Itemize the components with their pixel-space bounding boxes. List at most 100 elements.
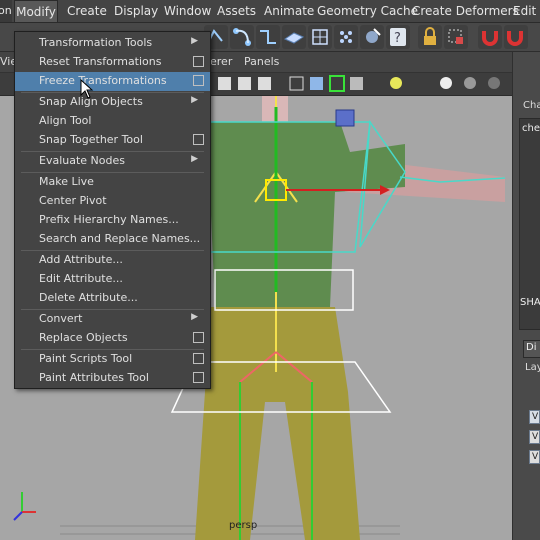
layer-visibility-label: V xyxy=(532,452,539,462)
option-box-icon[interactable] xyxy=(193,75,204,86)
bezier-curve-icon[interactable] xyxy=(230,25,254,49)
menu-item-add-attribute[interactable]: Add Attribute... xyxy=(15,251,210,270)
menu-item-replace-objects[interactable]: Replace Objects xyxy=(15,329,210,348)
select-by-icon[interactable] xyxy=(444,25,468,49)
menu-item-label: Freeze Transformations xyxy=(39,74,167,87)
submenu-arrow-icon: ▶ xyxy=(191,312,198,322)
menu-item-label: Replace Objects xyxy=(39,331,128,344)
curve-tool-icon[interactable] xyxy=(256,25,280,49)
menu-geometry-cache[interactable]: Geometry Cache xyxy=(317,0,418,22)
option-box-icon[interactable] xyxy=(193,332,204,343)
menu-item-paint-scripts-tool[interactable]: Paint Scripts Tool xyxy=(15,350,210,369)
object-name: che xyxy=(522,123,540,134)
menu-item-label: Edit Attribute... xyxy=(39,272,123,285)
menu-item-center-pivot[interactable]: Center Pivot xyxy=(15,192,210,211)
option-box-icon[interactable] xyxy=(193,56,204,67)
snap-curve-icon[interactable] xyxy=(504,25,528,49)
xray-icon[interactable] xyxy=(488,77,500,89)
lights-icon[interactable] xyxy=(390,77,402,89)
viewport-menu-panels[interactable]: Panels xyxy=(244,55,279,68)
resolution-gate-icon[interactable] xyxy=(258,77,271,90)
ambient-occlusion-icon[interactable] xyxy=(464,77,476,89)
character-pants xyxy=(195,307,360,540)
menu-item-label: Evaluate Nodes xyxy=(39,154,125,167)
help-icon[interactable]: ? xyxy=(386,25,410,49)
grid-toggle-icon[interactable] xyxy=(218,77,231,90)
magnet-icon[interactable] xyxy=(478,25,502,49)
menu-animate[interactable]: Animate xyxy=(264,0,314,22)
camera-label: persp xyxy=(229,520,258,531)
menu-item-convert[interactable]: Convert ▶ xyxy=(15,310,210,329)
option-box-icon[interactable] xyxy=(193,372,204,383)
film-gate-icon[interactable] xyxy=(238,77,251,90)
menu-item-label: Paint Scripts Tool xyxy=(39,352,133,365)
main-menubar: on Modify Create Display Window Assets A… xyxy=(0,0,540,23)
character-shirt xyxy=(205,122,405,307)
mouse-cursor-icon xyxy=(80,79,94,99)
layer-visibility-label: V xyxy=(532,412,539,422)
menu-display[interactable]: Display xyxy=(114,0,158,22)
channel-box-title: Cha xyxy=(523,100,540,111)
menu-item-label: Delete Attribute... xyxy=(39,291,138,304)
menu-item-reset-transformations[interactable]: Reset Transformations xyxy=(15,53,210,72)
cluster-icon[interactable] xyxy=(334,25,358,49)
menu-edit-deformers[interactable]: Edit D xyxy=(513,0,540,22)
menu-item-snap-align-objects[interactable]: Snap Align Objects ▶ xyxy=(15,93,210,112)
menubar-left-stub-label: on xyxy=(0,4,12,17)
layer-visibility-toggle[interactable]: V xyxy=(529,450,540,464)
menu-item-paint-attributes-tool[interactable]: Paint Attributes Tool xyxy=(15,369,210,388)
menu-item-transformation-tools[interactable]: Transformation Tools ▶ xyxy=(15,34,210,53)
layer-visibility-toggle[interactable]: V xyxy=(529,430,540,444)
head-control[interactable] xyxy=(335,109,355,127)
menu-item-label: Reset Transformations xyxy=(39,55,162,68)
menu-item-label: Prefix Hierarchy Names... xyxy=(39,213,179,226)
display-tab-label: Di xyxy=(526,342,537,353)
smooth-shade-icon[interactable] xyxy=(310,77,323,90)
option-box-icon[interactable] xyxy=(193,353,204,364)
svg-text:?: ? xyxy=(394,31,401,46)
menu-item-search-replace-names[interactable]: Search and Replace Names... xyxy=(15,230,210,249)
menu-create-deformers[interactable]: Create Deformers xyxy=(412,0,519,22)
channel-box-panel: Cha che SHA Di Lay xyxy=(512,52,540,540)
submenu-arrow-icon: ▶ xyxy=(191,36,198,46)
textured-icon[interactable] xyxy=(350,77,363,90)
menu-item-align-tool[interactable]: Align Tool xyxy=(15,112,210,131)
display-tab[interactable]: Di xyxy=(523,340,540,358)
menu-item-edit-attribute[interactable]: Edit Attribute... xyxy=(15,270,210,289)
menu-item-label: Align Tool xyxy=(39,114,92,127)
menubar-left-stub[interactable]: on xyxy=(0,0,12,22)
menu-item-freeze-transformations[interactable]: Freeze Transformations xyxy=(15,72,210,91)
submenu-arrow-icon: ▶ xyxy=(191,154,198,164)
menu-item-make-live[interactable]: Make Live xyxy=(15,173,210,192)
layer-visibility-toggle[interactable]: V xyxy=(529,410,540,424)
menu-item-label: Make Live xyxy=(39,175,94,188)
menu-item-label: Snap Together Tool xyxy=(39,133,143,146)
layer-visibility-label: V xyxy=(532,432,539,442)
layers-label: Lay xyxy=(525,362,540,373)
lattice-icon[interactable] xyxy=(308,25,332,49)
option-box-icon[interactable] xyxy=(193,134,204,145)
wireframe-on-shaded-icon[interactable] xyxy=(329,75,345,92)
shadows-icon[interactable] xyxy=(440,77,452,89)
wireframe-icon[interactable] xyxy=(289,76,304,91)
modify-menu: Transformation Tools ▶ Reset Transformati… xyxy=(14,31,211,389)
menu-item-label: Center Pivot xyxy=(39,194,107,207)
menu-item-label: Search and Replace Names... xyxy=(39,232,201,245)
lock-icon[interactable] xyxy=(418,25,442,49)
submenu-arrow-icon: ▶ xyxy=(191,95,198,105)
menu-item-label: Transformation Tools xyxy=(39,36,153,49)
menu-item-snap-together-tool[interactable]: Snap Together Tool xyxy=(15,131,210,150)
menu-item-delete-attribute[interactable]: Delete Attribute... xyxy=(15,289,210,308)
menu-modify[interactable]: Modify xyxy=(14,0,58,22)
menu-assets[interactable]: Assets xyxy=(217,0,256,22)
menu-item-label: Add Attribute... xyxy=(39,253,123,266)
viewport-menu-renderer[interactable]: erer xyxy=(210,55,232,68)
menu-create[interactable]: Create xyxy=(67,0,107,22)
menu-item-label: Paint Attributes Tool xyxy=(39,371,149,384)
menu-item-evaluate-nodes[interactable]: Evaluate Nodes ▶ xyxy=(15,152,210,171)
menu-item-prefix-hierarchy-names[interactable]: Prefix Hierarchy Names... xyxy=(15,211,210,230)
menu-window[interactable]: Window xyxy=(164,0,211,22)
plane-icon[interactable] xyxy=(282,25,306,49)
soft-mod-icon[interactable] xyxy=(360,25,384,49)
channel-list[interactable]: che SHA xyxy=(519,118,540,330)
